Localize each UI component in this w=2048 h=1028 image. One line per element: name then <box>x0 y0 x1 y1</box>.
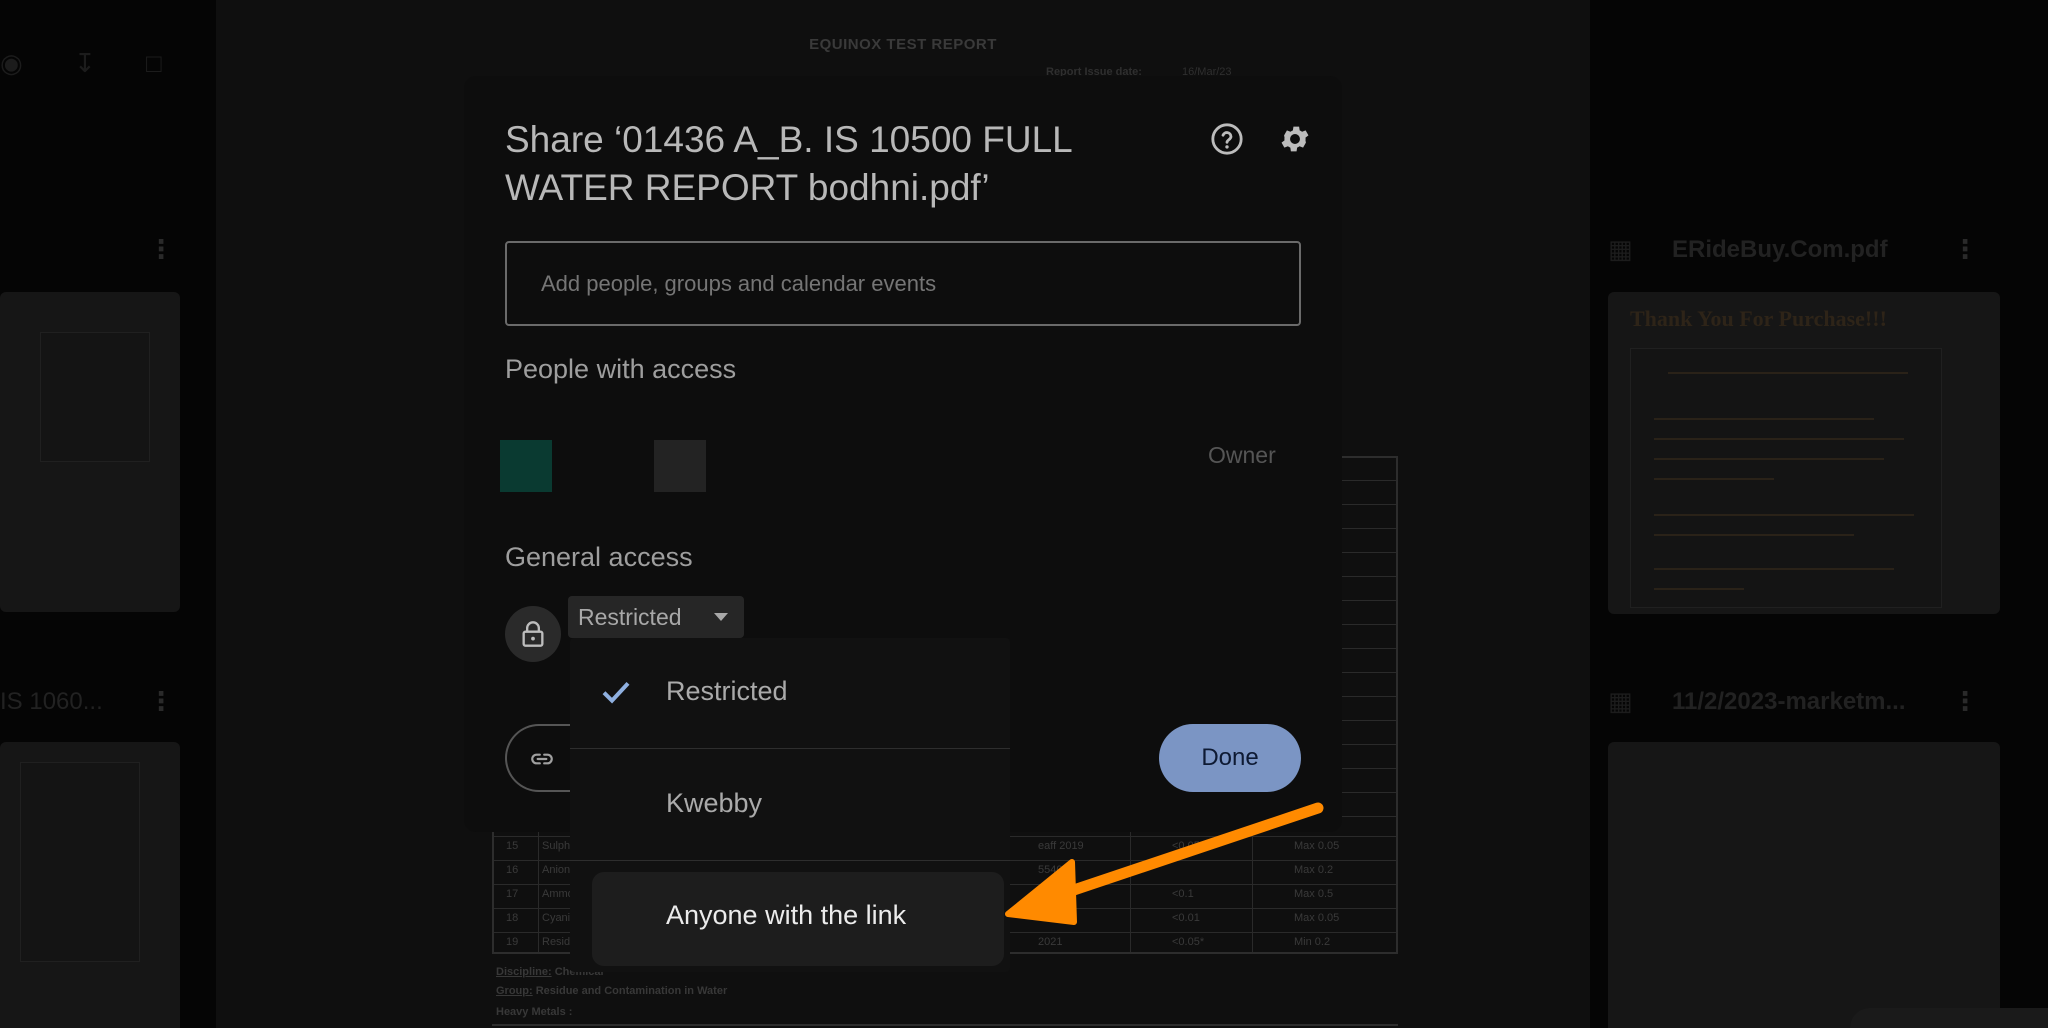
doc-file-icon: ▦ <box>1608 686 1633 716</box>
menu-item-label: Restricted <box>666 676 788 706</box>
lock-icon <box>522 621 544 647</box>
drive-background-right: ▦ ERideBuy.Com.pdf ⋮ Thank You For Purch… <box>1590 0 2048 1028</box>
menu-item-label: Anyone with the link <box>666 900 907 930</box>
folder-move-icon: □ <box>146 48 162 78</box>
add-people-input[interactable] <box>505 241 1301 326</box>
group-line: Group: Residue and Contamination in Wate… <box>496 985 728 997</box>
general-access-menu: Restricted Kwebby Anyone with the link <box>570 638 1010 972</box>
general-access-dropdown[interactable]: Restricted <box>568 596 744 638</box>
file-card-title: ERideBuy.Com.pdf <box>1672 236 1888 263</box>
document-title: EQUINOX TEST REPORT <box>809 36 997 53</box>
add-person-icon: ◉ <box>0 48 23 78</box>
file-card-title: IS 1060... <box>0 688 103 715</box>
people-with-access-heading: People with access <box>505 354 737 384</box>
more-options-icon: ⋮ <box>1952 234 1978 264</box>
file-card-title: 11/2/2023-marketm... <box>1672 688 1906 715</box>
more-options-icon: ⋮ <box>148 234 174 264</box>
drive-panel-corner <box>1850 1008 2048 1028</box>
menu-item-anyone-with-link[interactable]: Anyone with the link <box>592 872 1004 966</box>
download-icon: ↧ <box>74 48 96 78</box>
invoice-heading: Thank You For Purchase!!! <box>1630 306 1887 331</box>
menu-divider <box>570 748 1010 749</box>
general-access-value: Restricted <box>578 604 682 630</box>
file-thumbnail <box>0 742 180 1028</box>
file-thumbnail <box>1608 742 2000 1028</box>
chevron-down-icon <box>714 613 728 621</box>
done-button[interactable]: Done <box>1159 724 1301 792</box>
more-options-icon: ⋮ <box>148 686 174 716</box>
dialog-title: Share ‘01436 A_B. IS 10500 FULL WATER RE… <box>505 119 1072 208</box>
link-icon <box>531 753 553 765</box>
general-access-heading: General access <box>505 542 693 572</box>
owner-label: Owner <box>1208 442 1276 468</box>
menu-item-restricted[interactable]: Restricted <box>570 638 1010 748</box>
gear-icon[interactable] <box>1278 122 1312 156</box>
file-thumbnail <box>0 292 180 612</box>
drive-background-left: ◉ ↧ □ ⋮ IS 1060... ⋮ <box>0 0 216 1028</box>
pdf-file-icon: ▦ <box>1608 234 1633 264</box>
check-icon <box>602 681 630 704</box>
lock-icon-badge <box>505 606 561 662</box>
avatar <box>500 440 552 492</box>
avatar <box>654 440 706 492</box>
menu-divider <box>570 860 1010 861</box>
menu-item-kwebby[interactable]: Kwebby <box>570 750 1010 860</box>
menu-item-label: Kwebby <box>666 788 763 818</box>
file-thumbnail: Thank You For Purchase!!! <box>1608 292 2000 614</box>
heavy-metals-heading: Heavy Metals : <box>496 1006 573 1018</box>
more-options-icon: ⋮ <box>1952 686 1978 716</box>
help-icon[interactable] <box>1210 122 1244 156</box>
